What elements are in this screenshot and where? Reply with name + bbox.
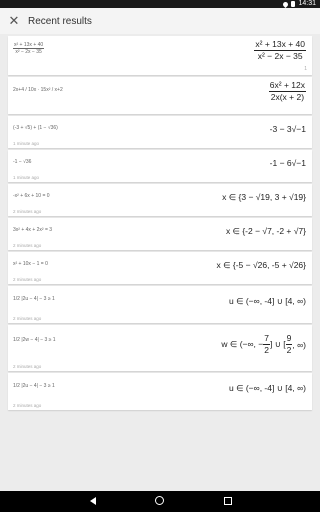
result-card[interactable]: -x² + 6x + 10 = 0 2 minutes ago x ∈ {3 −…: [8, 184, 312, 216]
timestamp: 2 minutes ago: [13, 364, 42, 369]
recent-apps-icon[interactable]: [224, 497, 232, 505]
timestamp: 2 minutes ago: [13, 243, 42, 248]
problem-expression: 2x+4 / 10x · 15x² / x+2: [13, 87, 63, 93]
close-icon[interactable]: ✕: [0, 8, 28, 34]
result-card[interactable]: 1/2 |2u − 4| − 3 ≥ 1 2 minutes ago u ∈ (…: [8, 373, 312, 410]
result-expression: -1 − 6√−1: [269, 158, 306, 168]
timestamp: 2 minutes ago: [13, 403, 42, 408]
timestamp: 2 minutes ago: [13, 277, 42, 282]
result-card[interactable]: 1/2 |2w − 4| − 3 ≥ 1 2 minutes ago w ∈ (…: [8, 325, 312, 371]
problem-expression: 1/2 |2u − 4| − 3 ≥ 1: [13, 296, 55, 302]
status-bar: 14:31: [0, 0, 320, 8]
home-icon[interactable]: [155, 496, 164, 505]
result-card[interactable]: 3x² + 4x + 2x² = 3 2 minutes ago x ∈ {-2…: [8, 218, 312, 250]
timestamp: 1 minute ago: [13, 175, 40, 180]
result-expression: x ∈ {-5 − √26, -5 + √26}: [216, 260, 306, 270]
page-title: Recent results: [28, 15, 92, 27]
back-icon[interactable]: [90, 497, 96, 505]
result-expression: 6x² + 12x 2x(x + 2): [268, 80, 306, 102]
result-card[interactable]: (-3 + √5) + (1 − √36) 1 minute ago -3 − …: [8, 116, 312, 148]
problem-expression: -x² + 6x + 10 = 0: [13, 193, 50, 199]
app-bar: ✕ Recent results: [0, 8, 320, 34]
result-expression: x² + 13x + 40 x² − 2x − 35: [254, 39, 306, 61]
navigation-bar: [0, 491, 320, 512]
result-expression: x ∈ {3 − √19, 3 + √19}: [222, 192, 306, 202]
problem-expression: (-3 + √5) + (1 − √36): [13, 125, 58, 131]
result-card[interactable]: 2x+4 / 10x · 15x² / x+2 6x² + 12x 2x(x + …: [8, 77, 312, 114]
timestamp: 1 minute ago: [13, 141, 40, 146]
result-card[interactable]: -1 − √36 1 minute ago -1 − 6√−1: [8, 150, 312, 182]
wifi-icon: [282, 0, 290, 8]
result-expression: x ∈ {-2 − √7, -2 + √7}: [225, 226, 306, 236]
timestamp: 2 minutes ago: [13, 209, 42, 214]
result-note: 1: [304, 66, 307, 72]
problem-expression: x² + 13x + 40 x² − 2x − 35: [13, 42, 45, 55]
problem-expression: 1/2 |2u − 4| − 3 ≥ 1: [13, 383, 55, 389]
result-expression: u ∈ (−∞, -4] ∪ [4, ∞): [229, 383, 306, 393]
result-expression: -3 − 3√−1: [269, 124, 306, 134]
result-card[interactable]: 1/2 |2u − 4| − 3 ≥ 1 2 minutes ago u ∈ (…: [8, 286, 312, 323]
result-card[interactable]: x² + 13x + 40 x² − 2x − 35 x² + 13x + 40 x…: [8, 36, 312, 75]
result-card[interactable]: x² + 10x − 1 = 0 2 minutes ago x ∈ {-5 −…: [8, 252, 312, 284]
status-time: 14:31: [298, 0, 316, 7]
problem-expression: x² + 10x − 1 = 0: [13, 261, 48, 267]
problem-expression: -1 − √36: [13, 159, 32, 165]
problem-expression: 1/2 |2w − 4| − 3 ≥ 1: [13, 337, 56, 343]
problem-expression: 3x² + 4x + 2x² = 3: [13, 227, 53, 233]
result-expression: w ∈ (−∞, − 72 ] ∪ [ 92 , ∞): [221, 333, 306, 355]
result-expression: u ∈ (−∞, -4] ∪ [4, ∞): [229, 296, 306, 306]
timestamp: 2 minutes ago: [13, 316, 42, 321]
battery-icon: [291, 1, 296, 7]
